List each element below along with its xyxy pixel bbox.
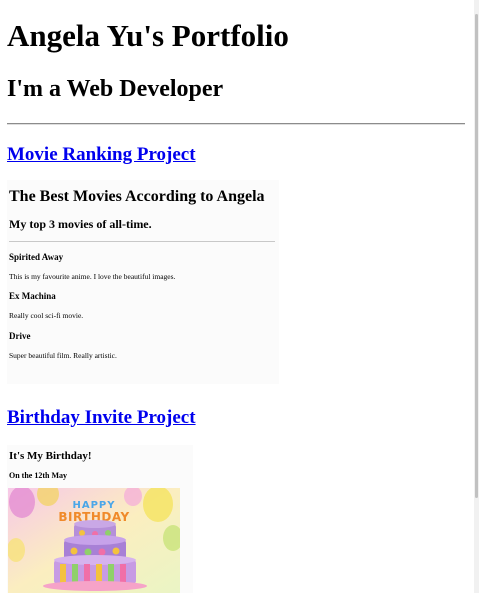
- birthday-invite-preview-image: It's My Birthday! On the 12th May HAPPY: [7, 445, 193, 593]
- movie-title: Drive: [9, 331, 31, 341]
- page-title: Angela Yu's Portfolio: [7, 18, 289, 53]
- movie-description: Really cool sci-fi movie.: [9, 311, 84, 320]
- preview-divider: [9, 241, 275, 242]
- preview-date: On the 12th May: [9, 471, 67, 480]
- vertical-scrollbar[interactable]: [474, 0, 479, 593]
- birthday-invite-project-link[interactable]: Birthday Invite Project: [7, 406, 196, 430]
- movie-ranking-project-link[interactable]: Movie Ranking Project: [7, 143, 196, 167]
- birthday-cake-image: HAPPY BIRTHDAY: [8, 488, 180, 593]
- portfolio-page: Angela Yu's Portfolio I'm a Web Develope…: [0, 0, 474, 593]
- movie-title: Spirited Away: [9, 252, 64, 262]
- movie-title: Ex Machina: [9, 291, 56, 301]
- scrollbar-thumb[interactable]: [475, 14, 478, 498]
- movie-description: This is my favourite anime. I love the b…: [9, 272, 176, 281]
- movie-ranking-preview-image: The Best Movies According to Angela My t…: [7, 180, 279, 384]
- page-subtitle: I'm a Web Developer: [7, 76, 224, 102]
- preview-subtitle: My top 3 movies of all-time.: [9, 217, 152, 231]
- preview-title: It's My Birthday!: [9, 450, 92, 462]
- horizontal-rule: [7, 123, 465, 125]
- preview-title: The Best Movies According to Angela: [9, 188, 265, 205]
- movie-description: Super beautiful film. Really artistic.: [9, 351, 117, 360]
